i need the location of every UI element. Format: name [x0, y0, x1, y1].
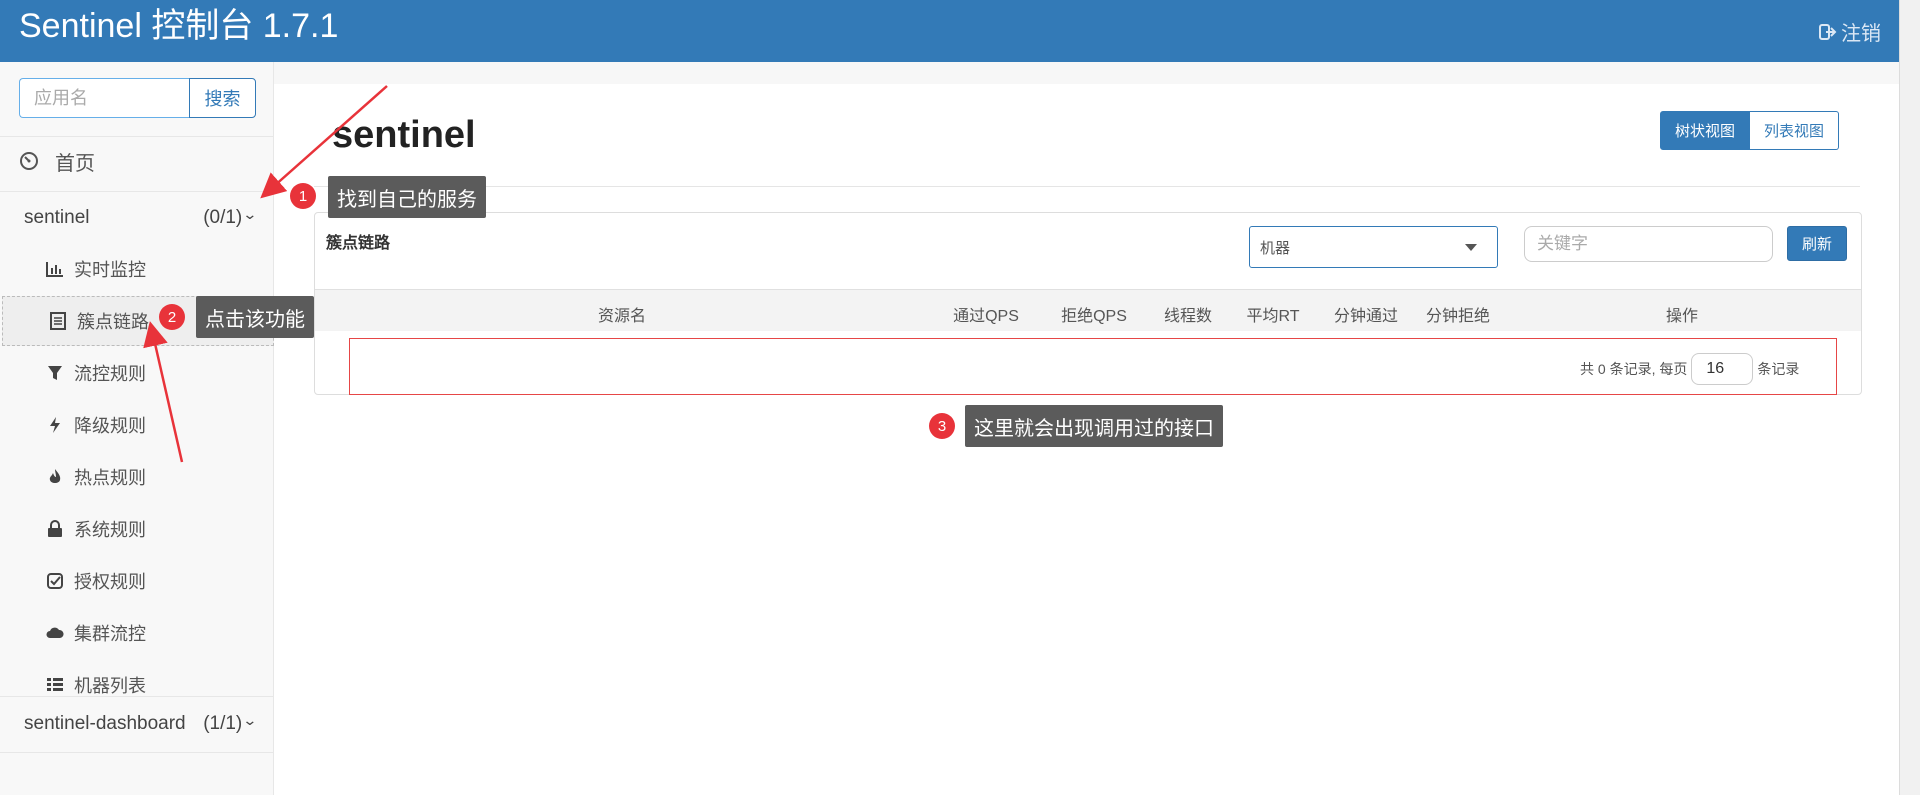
sidebar-item-hotspot-rules[interactable]: 热点规则: [0, 452, 274, 502]
sidebar-item-label: 热点规则: [74, 468, 146, 488]
sidebar-item-auth-rules[interactable]: 授权规则: [0, 556, 274, 606]
sign-out-icon: [1819, 23, 1837, 40]
view-toggle: 树状视图 列表视图: [1660, 111, 1840, 150]
sidebar-item-label: 系统规则: [74, 520, 146, 540]
column-header-threads: 线程数: [1163, 308, 1213, 325]
th-list-icon: [47, 678, 63, 691]
flash-icon: [50, 417, 60, 433]
app-search-input[interactable]: [19, 78, 189, 118]
app-machine-count: (1/1): [203, 713, 243, 734]
sidebar-item-label: 机器列表: [74, 676, 146, 696]
bar-chart-icon: [46, 262, 63, 277]
app-name: sentinel: [24, 207, 90, 228]
pager-suffix: 条记录: [1757, 361, 1800, 377]
filter-icon: [48, 366, 62, 380]
page-title: sentinel: [332, 114, 476, 156]
sidebar-item-label: 实时监控: [74, 260, 146, 280]
annotation-badge-2: 2: [159, 304, 185, 330]
pager-prefix: 共 0 条记录, 每页: [1580, 361, 1688, 377]
sidebar-item-home[interactable]: 首页: [0, 136, 274, 186]
annotation-badge-3: 3: [929, 413, 955, 439]
keyword-search-input[interactable]: [1524, 226, 1773, 262]
app-search-button[interactable]: 搜索: [189, 78, 256, 118]
caret-down-icon: [1465, 244, 1477, 251]
app-row-sentinel-dashboard[interactable]: sentinel-dashboard (1/1) ⌄: [0, 698, 274, 750]
dashboard-icon: [20, 152, 38, 170]
sidebar-item-label: 集群流控: [74, 624, 146, 644]
column-header-pass-qps: 通过QPS: [953, 308, 1019, 325]
sidebar-item-label: 授权规则: [74, 572, 146, 592]
app-machine-count: (0/1): [203, 207, 243, 228]
page-size-input[interactable]: 16: [1691, 353, 1754, 385]
app-search-group: 搜索: [19, 78, 256, 118]
divider: [0, 696, 274, 697]
sidebar-item-system-rules[interactable]: 系统规则: [0, 504, 274, 554]
column-header-minute-pass: 分钟通过: [1333, 308, 1399, 325]
annotation-badge-1: 1: [290, 183, 316, 209]
annotation-tooltip-3: 这里就会出现调用过的接口: [965, 405, 1223, 447]
sidebar-item-label: 首页: [55, 152, 95, 175]
sidebar-item-realtime-monitor[interactable]: 实时监控: [0, 244, 274, 294]
column-header-avg-rt: 平均RT: [1246, 308, 1300, 325]
tree-view-button[interactable]: 树状视图: [1660, 111, 1751, 150]
machine-select-value: 机器: [1260, 239, 1291, 257]
sidebar-item-label: 降级规则: [74, 416, 146, 436]
logout-link[interactable]: 注销: [1819, 17, 1881, 46]
cloud-icon: [46, 627, 64, 638]
column-header-block-qps: 拒绝QPS: [1061, 308, 1127, 325]
check-square-icon: [47, 573, 63, 589]
refresh-button[interactable]: 刷新: [1787, 226, 1847, 261]
sidebar: 搜索 首页 sentinel (0/1) ⌄ 实时监控 簇点链路 流控规则: [0, 62, 274, 795]
sidebar-item-cluster-flow[interactable]: 集群流控: [0, 608, 274, 658]
column-header-actions: 操作: [1665, 308, 1699, 325]
list-view-button[interactable]: 列表视图: [1750, 111, 1840, 150]
chevron-down-icon: ⌄: [242, 205, 258, 222]
divider: [0, 752, 274, 753]
app-brand-title[interactable]: Sentinel 控制台 1.7.1: [19, 6, 338, 46]
sidebar-item-label: 流控规则: [74, 364, 146, 384]
logout-label: 注销: [1841, 23, 1881, 45]
annotation-tooltip-1: 找到自己的服务: [328, 176, 486, 218]
annotation-tooltip-2: 点击该功能: [196, 296, 314, 338]
page-scrollbar[interactable]: [1899, 0, 1920, 795]
machine-select[interactable]: 机器: [1249, 226, 1498, 268]
sidebar-item-degrade-rules[interactable]: 降级规则: [0, 400, 274, 450]
app-name: sentinel-dashboard: [24, 713, 186, 734]
sidebar-item-label: 簇点链路: [77, 312, 149, 332]
panel-title: 簇点链路: [326, 235, 391, 252]
sidebar-item-flow-rules[interactable]: 流控规则: [0, 348, 274, 398]
column-header-minute-block: 分钟拒绝: [1425, 308, 1491, 325]
divider: [314, 186, 1860, 187]
pagination: 共 0 条记录, 每页 16 条记录: [1580, 353, 1799, 385]
chevron-down-icon: ⌄: [242, 711, 258, 728]
column-header-resource: 资源名: [597, 308, 647, 325]
lock-icon: [48, 520, 62, 537]
top-navbar: Sentinel 控制台 1.7.1 注销: [0, 0, 1899, 62]
list-icon: [50, 312, 66, 330]
fire-icon: [49, 469, 61, 483]
app-row-sentinel[interactable]: sentinel (0/1) ⌄: [0, 192, 274, 244]
